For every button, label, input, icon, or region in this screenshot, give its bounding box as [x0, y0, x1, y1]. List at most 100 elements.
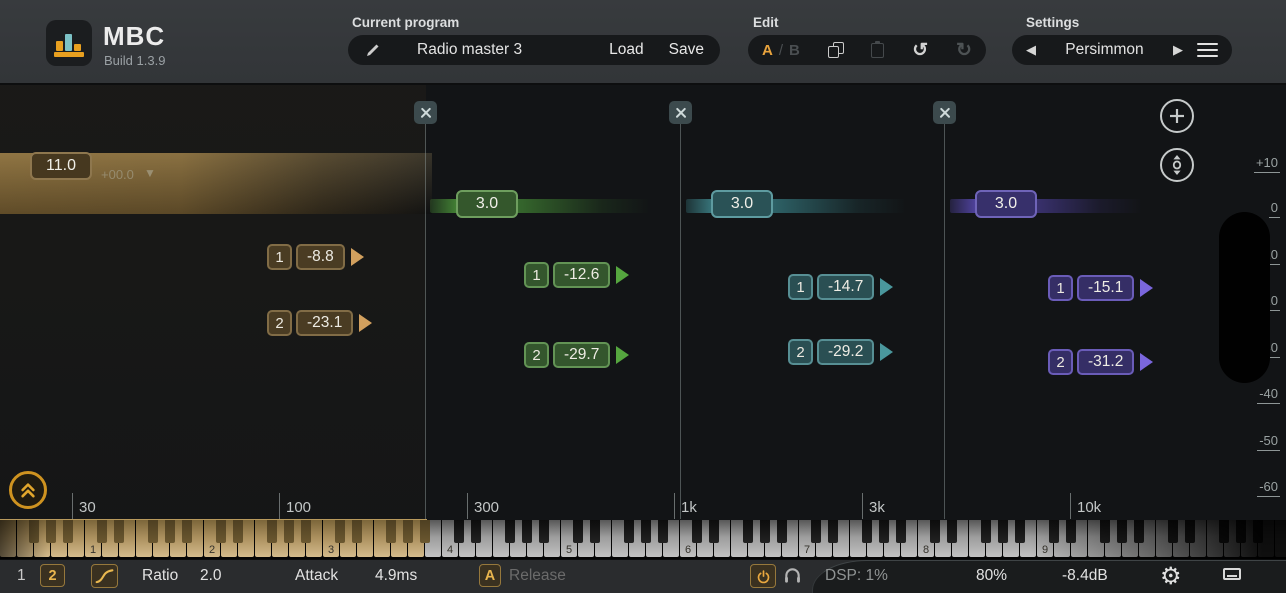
piano-black-key[interactable] — [1066, 520, 1076, 543]
output-gain-value[interactable]: -8.4dB — [1062, 567, 1108, 585]
piano-black-key[interactable] — [505, 520, 515, 543]
band3-threshold-1[interactable]: 1 -14.7 — [788, 274, 894, 300]
piano-black-key[interactable] — [216, 520, 226, 543]
load-button[interactable]: Load — [609, 41, 643, 59]
ab-a[interactable]: A — [762, 42, 773, 59]
paste-icon[interactable] — [871, 40, 885, 58]
piano-black-key[interactable] — [590, 520, 600, 543]
piano-black-key[interactable] — [1168, 520, 1178, 543]
dropdown-arrow-icon[interactable]: ▼ — [144, 166, 156, 180]
channel-2-button[interactable]: 2 — [40, 564, 65, 587]
band4-gain-value[interactable]: 3.0 — [975, 190, 1037, 218]
next-preset-icon[interactable]: ▶ — [1173, 42, 1183, 58]
remove-crossover-1-button[interactable] — [414, 101, 437, 124]
settings-menu-icon[interactable] — [1196, 42, 1218, 58]
piano-black-key[interactable] — [658, 520, 668, 543]
piano-black-key[interactable] — [301, 520, 311, 543]
piano-black-key[interactable] — [148, 520, 158, 543]
piano-black-key[interactable] — [777, 520, 787, 543]
ab-b[interactable]: B — [789, 42, 800, 59]
piano-black-key[interactable] — [114, 520, 124, 543]
prev-preset-icon[interactable]: ◀ — [1026, 42, 1036, 58]
copy-icon[interactable] — [827, 42, 844, 58]
redo-icon[interactable]: ↻ — [956, 41, 972, 60]
power-button[interactable] — [750, 564, 776, 588]
band2-threshold-1[interactable]: 1 -12.6 — [524, 262, 630, 288]
piano-black-key[interactable] — [420, 520, 430, 543]
piano-black-key[interactable] — [573, 520, 583, 543]
piano-black-key[interactable] — [981, 520, 991, 543]
remove-crossover-3-button[interactable] — [933, 101, 956, 124]
piano-black-key[interactable] — [641, 520, 651, 543]
threshold-arrow-icon[interactable] — [880, 343, 894, 361]
threshold-arrow-icon[interactable] — [359, 314, 373, 332]
piano-keyboard[interactable]: 1 2 3 4 5 6 7 8 9 — [0, 520, 1286, 559]
piano-black-key[interactable] — [386, 520, 396, 543]
piano-black-key[interactable] — [1253, 520, 1263, 543]
piano-black-key[interactable] — [403, 520, 413, 543]
threshold-value[interactable]: -31.2 — [1077, 349, 1135, 375]
threshold-value[interactable]: -8.8 — [296, 244, 345, 270]
piano-black-key[interactable] — [352, 520, 362, 543]
piano-black-key[interactable] — [709, 520, 719, 543]
band3-threshold-2[interactable]: 2 -29.2 — [788, 339, 894, 365]
piano-black-key[interactable] — [1185, 520, 1195, 543]
piano-black-key[interactable] — [811, 520, 821, 543]
band4-threshold-1[interactable]: 1 -15.1 — [1048, 275, 1154, 301]
headphones-icon[interactable] — [783, 566, 802, 589]
piano-black-key[interactable] — [879, 520, 889, 543]
threshold-arrow-icon[interactable] — [1140, 279, 1154, 297]
expand-band-button[interactable] — [9, 471, 47, 509]
piano-black-key[interactable] — [335, 520, 345, 543]
band1-gain-offset[interactable]: +00.0 — [101, 167, 134, 182]
piano-black-key[interactable] — [454, 520, 464, 543]
band1-threshold-1[interactable]: 1 -8.8 — [267, 244, 364, 270]
remove-crossover-2-button[interactable] — [669, 101, 692, 124]
piano-black-key[interactable] — [930, 520, 940, 543]
program-field[interactable]: Radio master 3 Load Save — [348, 35, 720, 65]
curve-button[interactable] — [91, 564, 118, 588]
threshold-value[interactable]: -14.7 — [817, 274, 875, 300]
piano-black-key[interactable] — [284, 520, 294, 543]
piano-black-key[interactable] — [947, 520, 957, 543]
piano-black-key[interactable] — [182, 520, 192, 543]
band1-gain-value[interactable]: 11.0 — [30, 152, 92, 180]
piano-black-key[interactable] — [522, 520, 532, 543]
ab-compare-switch[interactable]: A / B — [762, 42, 800, 59]
piano-black-key[interactable] — [624, 520, 634, 543]
piano-black-key[interactable] — [1049, 520, 1059, 543]
ratio-value[interactable]: 2.0 — [200, 567, 222, 585]
channel-1-button[interactable]: 1 — [17, 567, 26, 585]
undo-icon[interactable]: ↺ — [912, 41, 928, 60]
auto-release-button[interactable]: A — [479, 564, 501, 587]
quality-value[interactable]: 80% — [976, 567, 1007, 585]
piano-black-key[interactable] — [828, 520, 838, 543]
pencil-icon[interactable] — [364, 42, 381, 59]
piano-white-key[interactable] — [0, 520, 16, 557]
add-band-button[interactable] — [1160, 99, 1194, 133]
crossover-divider-3[interactable] — [944, 124, 945, 519]
link-bands-button[interactable] — [1160, 148, 1194, 182]
piano-black-key[interactable] — [471, 520, 481, 543]
gear-icon[interactable]: ⚙ — [1160, 562, 1182, 591]
piano-black-key[interactable] — [539, 520, 549, 543]
piano-black-key[interactable] — [998, 520, 1008, 543]
piano-black-key[interactable] — [267, 520, 277, 543]
piano-black-key[interactable] — [63, 520, 73, 543]
threshold-value[interactable]: -29.7 — [553, 342, 611, 368]
threshold-value[interactable]: -15.1 — [1077, 275, 1135, 301]
piano-black-key[interactable] — [1219, 520, 1229, 543]
piano-black-key[interactable] — [46, 520, 56, 543]
band1-threshold-2[interactable]: 2 -23.1 — [267, 310, 373, 336]
piano-black-key[interactable] — [760, 520, 770, 543]
piano-black-key[interactable] — [896, 520, 906, 543]
piano-black-key[interactable] — [29, 520, 39, 543]
attack-value[interactable]: 4.9ms — [375, 567, 417, 585]
threshold-arrow-icon[interactable] — [350, 248, 364, 266]
threshold-arrow-icon[interactable] — [616, 266, 630, 284]
threshold-value[interactable]: -29.2 — [817, 339, 875, 365]
save-button[interactable]: Save — [669, 41, 704, 59]
piano-black-key[interactable] — [97, 520, 107, 543]
threshold-arrow-icon[interactable] — [616, 346, 630, 364]
threshold-value[interactable]: -12.6 — [553, 262, 611, 288]
